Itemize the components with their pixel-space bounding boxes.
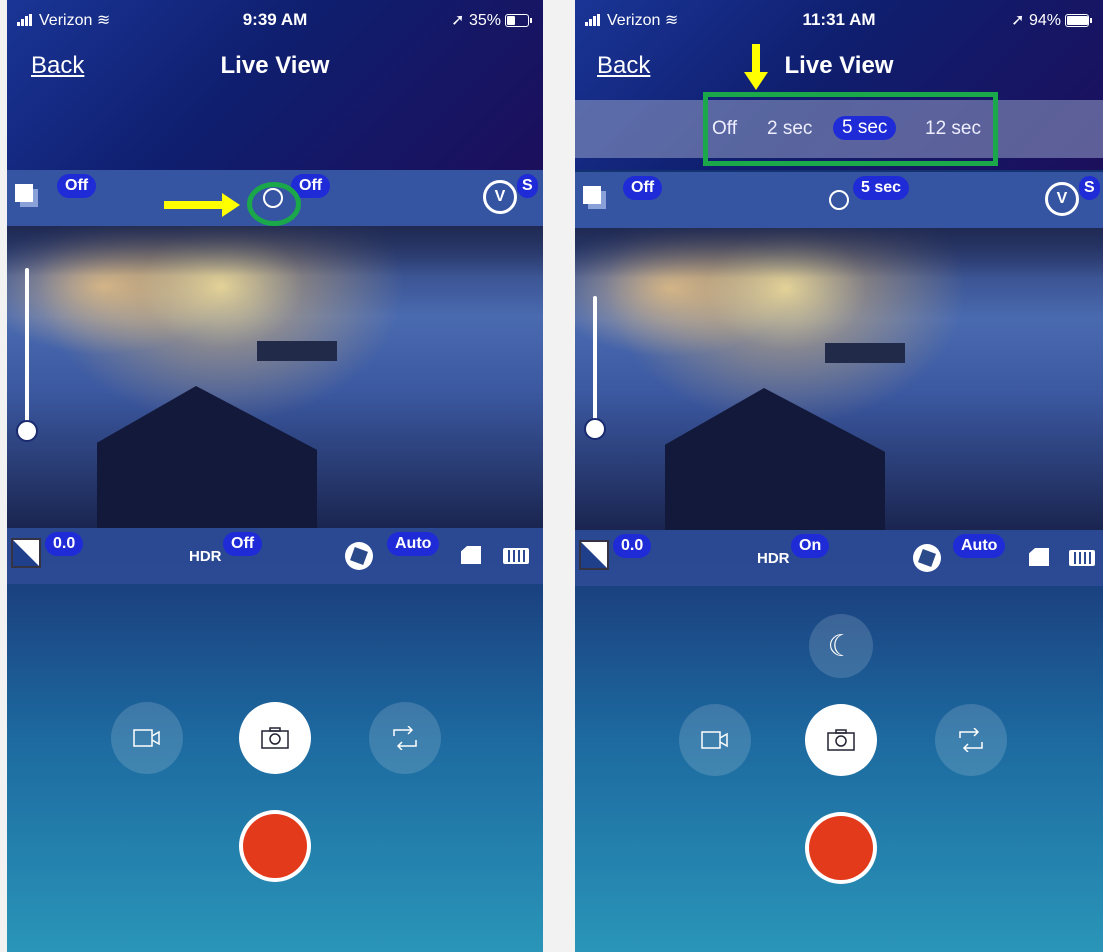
camera-battery-icon [503, 548, 529, 564]
zoom-slider-track[interactable] [593, 296, 597, 428]
drive-mode-icon[interactable] [583, 186, 601, 204]
switch-camera-button[interactable] [935, 704, 1007, 776]
photo-mode-button[interactable] [239, 702, 311, 774]
bottom-toolbar: 0.0 HDR Off Auto [7, 528, 543, 584]
drive-mode-value[interactable]: Off [57, 174, 97, 198]
self-timer-value[interactable]: 5 sec [853, 176, 910, 200]
night-mode-button[interactable]: ☾ [809, 614, 873, 678]
hdr-label: HDR [189, 548, 222, 565]
zoom-slider-knob[interactable] [584, 418, 606, 440]
battery-icon [505, 14, 532, 27]
page-title: Live View [784, 52, 894, 79]
aperture-icon[interactable] [345, 542, 373, 570]
live-view-image [575, 228, 1103, 530]
drive-mode-value[interactable]: Off [623, 176, 663, 200]
left-screenshot: Verizon ≋ 9:39 AM ➚ 35% Back Live View O… [7, 0, 543, 952]
shooting-mode-icon[interactable]: V [1045, 182, 1079, 216]
white-balance-value[interactable]: Auto [953, 534, 1006, 558]
top-toolbar: Off 5 sec V S [575, 172, 1103, 228]
live-view-image [7, 226, 543, 528]
zoom-slider-track[interactable] [25, 268, 29, 428]
video-camera-icon [133, 729, 160, 747]
switch-icon [393, 726, 417, 750]
location-icon: ➚ [1011, 12, 1025, 29]
timer-highlight-circle [247, 182, 301, 226]
shooting-mode-value[interactable]: S [517, 174, 538, 198]
hdr-value[interactable]: Off [223, 532, 263, 556]
camera-icon [261, 727, 289, 749]
camera-battery-icon [1069, 550, 1095, 566]
exposure-value[interactable]: 0.0 [613, 534, 652, 558]
battery-icon [1065, 14, 1092, 27]
yellow-arrow [164, 193, 240, 217]
right-screenshot: Verizon ≋ 11:31 AM ➚ 94% Back Live View … [575, 0, 1103, 952]
drive-mode-icon[interactable] [15, 184, 33, 202]
switch-icon [959, 728, 983, 752]
video-mode-button[interactable] [111, 702, 183, 774]
status-bar: Verizon ≋ 9:39 AM ➚ 35% [7, 10, 543, 34]
self-timer-icon[interactable] [829, 190, 849, 210]
camera-icon [827, 729, 855, 751]
exposure-icon[interactable] [11, 538, 41, 568]
hdr-value[interactable]: On [791, 534, 830, 558]
bottom-toolbar: 0.0 HDR On Auto [575, 530, 1103, 586]
record-button[interactable] [805, 812, 877, 884]
video-camera-icon [701, 731, 728, 749]
page-title: Live View [220, 52, 330, 79]
white-balance-value[interactable]: Auto [387, 532, 440, 556]
video-mode-button[interactable] [679, 704, 751, 776]
location-icon: ➚ [451, 12, 465, 29]
exposure-value[interactable]: 0.0 [45, 532, 84, 556]
switch-camera-button[interactable] [369, 702, 441, 774]
exposure-icon[interactable] [579, 540, 609, 570]
status-battery: ➚ 35% [451, 10, 532, 30]
hdr-label: HDR [757, 550, 790, 567]
shooting-mode-value[interactable]: S [1079, 176, 1100, 200]
shooting-mode-icon[interactable]: V [483, 180, 517, 214]
timer-highlight-box [703, 92, 998, 166]
sd-card-icon [1029, 548, 1049, 566]
status-battery: ➚ 94% [1011, 10, 1092, 30]
zoom-slider-knob[interactable] [16, 420, 38, 442]
moon-icon: ☾ [827, 629, 855, 663]
yellow-arrow [744, 44, 768, 90]
record-button[interactable] [239, 810, 311, 882]
sd-card-icon [461, 546, 481, 564]
status-bar: Verizon ≋ 11:31 AM ➚ 94% [575, 10, 1103, 34]
aperture-icon[interactable] [913, 544, 941, 572]
photo-mode-button[interactable] [805, 704, 877, 776]
